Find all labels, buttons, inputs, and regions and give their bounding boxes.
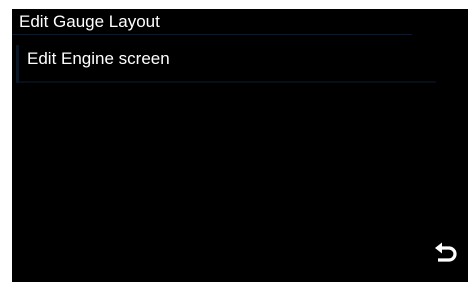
- title-bar: Edit Gauge Layout: [12, 9, 412, 35]
- gauge-display-screen: Edit Gauge Layout Edit Engine screen: [12, 9, 468, 282]
- page-title: Edit Gauge Layout: [19, 12, 160, 31]
- menu-item-label: Edit Engine screen: [27, 49, 170, 68]
- back-button[interactable]: [432, 239, 460, 267]
- back-arrow-icon: [432, 239, 460, 267]
- title-divider: [12, 34, 412, 35]
- menu-item-edit-engine-screen[interactable]: Edit Engine screen: [16, 45, 436, 83]
